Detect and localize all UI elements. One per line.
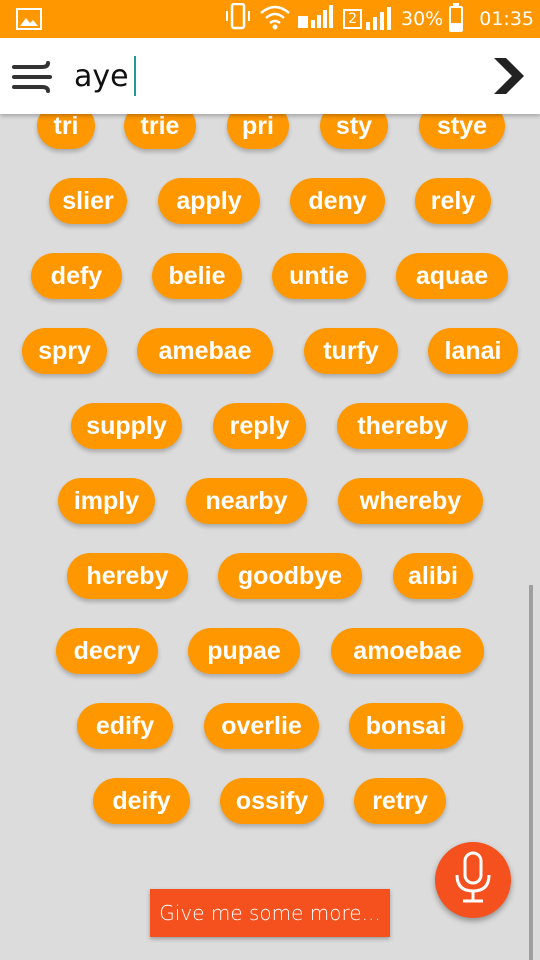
word-chip[interactable]: whereby	[338, 478, 483, 524]
word-chip[interactable]: lanai	[428, 328, 518, 374]
battery-icon	[449, 3, 464, 32]
sim-badge: 2	[343, 9, 362, 29]
word-chip[interactable]: overlie	[204, 703, 319, 749]
word-chip[interactable]: spry	[22, 328, 107, 374]
word-chip[interactable]: defy	[31, 253, 122, 299]
word-chip[interactable]: amebae	[137, 328, 273, 374]
word-chip[interactable]: apply	[158, 178, 260, 224]
word-chip[interactable]: edify	[77, 703, 173, 749]
word-chip[interactable]: slier	[49, 178, 127, 224]
word-chip[interactable]: deny	[290, 178, 385, 224]
search-bar	[0, 38, 540, 114]
chevron-right-icon[interactable]	[490, 54, 526, 98]
word-chip[interactable]: goodbye	[218, 553, 362, 599]
microphone-button[interactable]	[435, 842, 511, 918]
word-chip[interactable]: supply	[71, 403, 182, 449]
word-chip[interactable]: turfy	[304, 328, 398, 374]
word-chip[interactable]: untie	[272, 253, 366, 299]
signal-icon: 2	[343, 6, 395, 32]
word-chip[interactable]: alibi	[393, 553, 473, 599]
word-chip[interactable]: imply	[58, 478, 155, 524]
vibrate-icon	[223, 2, 253, 35]
more-words-button[interactable]: Give me some more...	[150, 889, 390, 937]
word-chip[interactable]: ossify	[220, 778, 324, 824]
word-chip[interactable]: rely	[415, 178, 491, 224]
word-chip[interactable]: retry	[354, 778, 446, 824]
microphone-icon	[451, 851, 495, 909]
signal-icon	[297, 4, 337, 34]
word-results: tri trie pri sty stye slier apply deny r…	[0, 0, 540, 960]
status-bar: 2 30% 01:35	[0, 0, 540, 38]
wind-icon[interactable]	[12, 60, 56, 94]
word-chip[interactable]: pupae	[188, 628, 300, 674]
text-cursor	[134, 56, 136, 96]
wifi-icon	[259, 4, 291, 34]
word-chip[interactable]: belie	[152, 253, 242, 299]
word-chip[interactable]: hereby	[67, 553, 188, 599]
word-chip[interactable]: reply	[213, 403, 306, 449]
word-chip[interactable]: deify	[93, 778, 190, 824]
clock: 01:35	[479, 8, 534, 30]
word-chip[interactable]: nearby	[186, 478, 307, 524]
word-chip[interactable]: decry	[56, 628, 158, 674]
word-chip[interactable]: amoebae	[331, 628, 484, 674]
battery-percent: 30%	[401, 8, 444, 30]
scrollbar[interactable]	[529, 585, 533, 960]
word-chip[interactable]: bonsai	[349, 703, 463, 749]
image-icon	[16, 8, 42, 30]
word-chip[interactable]: aquae	[396, 253, 508, 299]
word-chip[interactable]: thereby	[337, 403, 468, 449]
